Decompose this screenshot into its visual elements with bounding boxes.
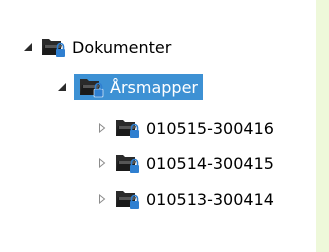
expand-arrow-icon[interactable] [96, 115, 108, 141]
tree-node-010514-300415[interactable]: 010514-300415 [96, 150, 274, 176]
locked-folder-icon [114, 116, 142, 140]
selection-highlight: Årsmapper [74, 74, 203, 100]
tree-node-label: 010514-300415 [146, 153, 274, 173]
folder-tree-panel: Dokumenter Årsmapper 010515-300416 01051… [0, 0, 316, 252]
expand-arrow-icon[interactable] [96, 150, 108, 176]
locked-folder-icon [114, 187, 142, 211]
locked-folder-icon [114, 151, 142, 175]
tree-node-label: Årsmapper [110, 77, 198, 97]
tree-node-label: Dokumenter [72, 37, 172, 57]
collapse-arrow-icon[interactable] [22, 34, 34, 60]
expand-arrow-icon[interactable] [96, 186, 108, 212]
tree-node-010515-300416[interactable]: 010515-300416 [96, 115, 274, 141]
tree-node-label: 010515-300416 [146, 118, 274, 138]
locked-folder-icon [40, 35, 68, 59]
locked-folder-icon [78, 75, 106, 99]
tree-node-010513-300414[interactable]: 010513-300414 [96, 186, 274, 212]
tree-node-dokumenter[interactable]: Dokumenter [22, 34, 171, 60]
tree-node-label: 010513-300414 [146, 189, 274, 209]
collapse-arrow-icon[interactable] [56, 74, 68, 100]
tree-node-aarsmapper[interactable]: Årsmapper [56, 74, 203, 100]
